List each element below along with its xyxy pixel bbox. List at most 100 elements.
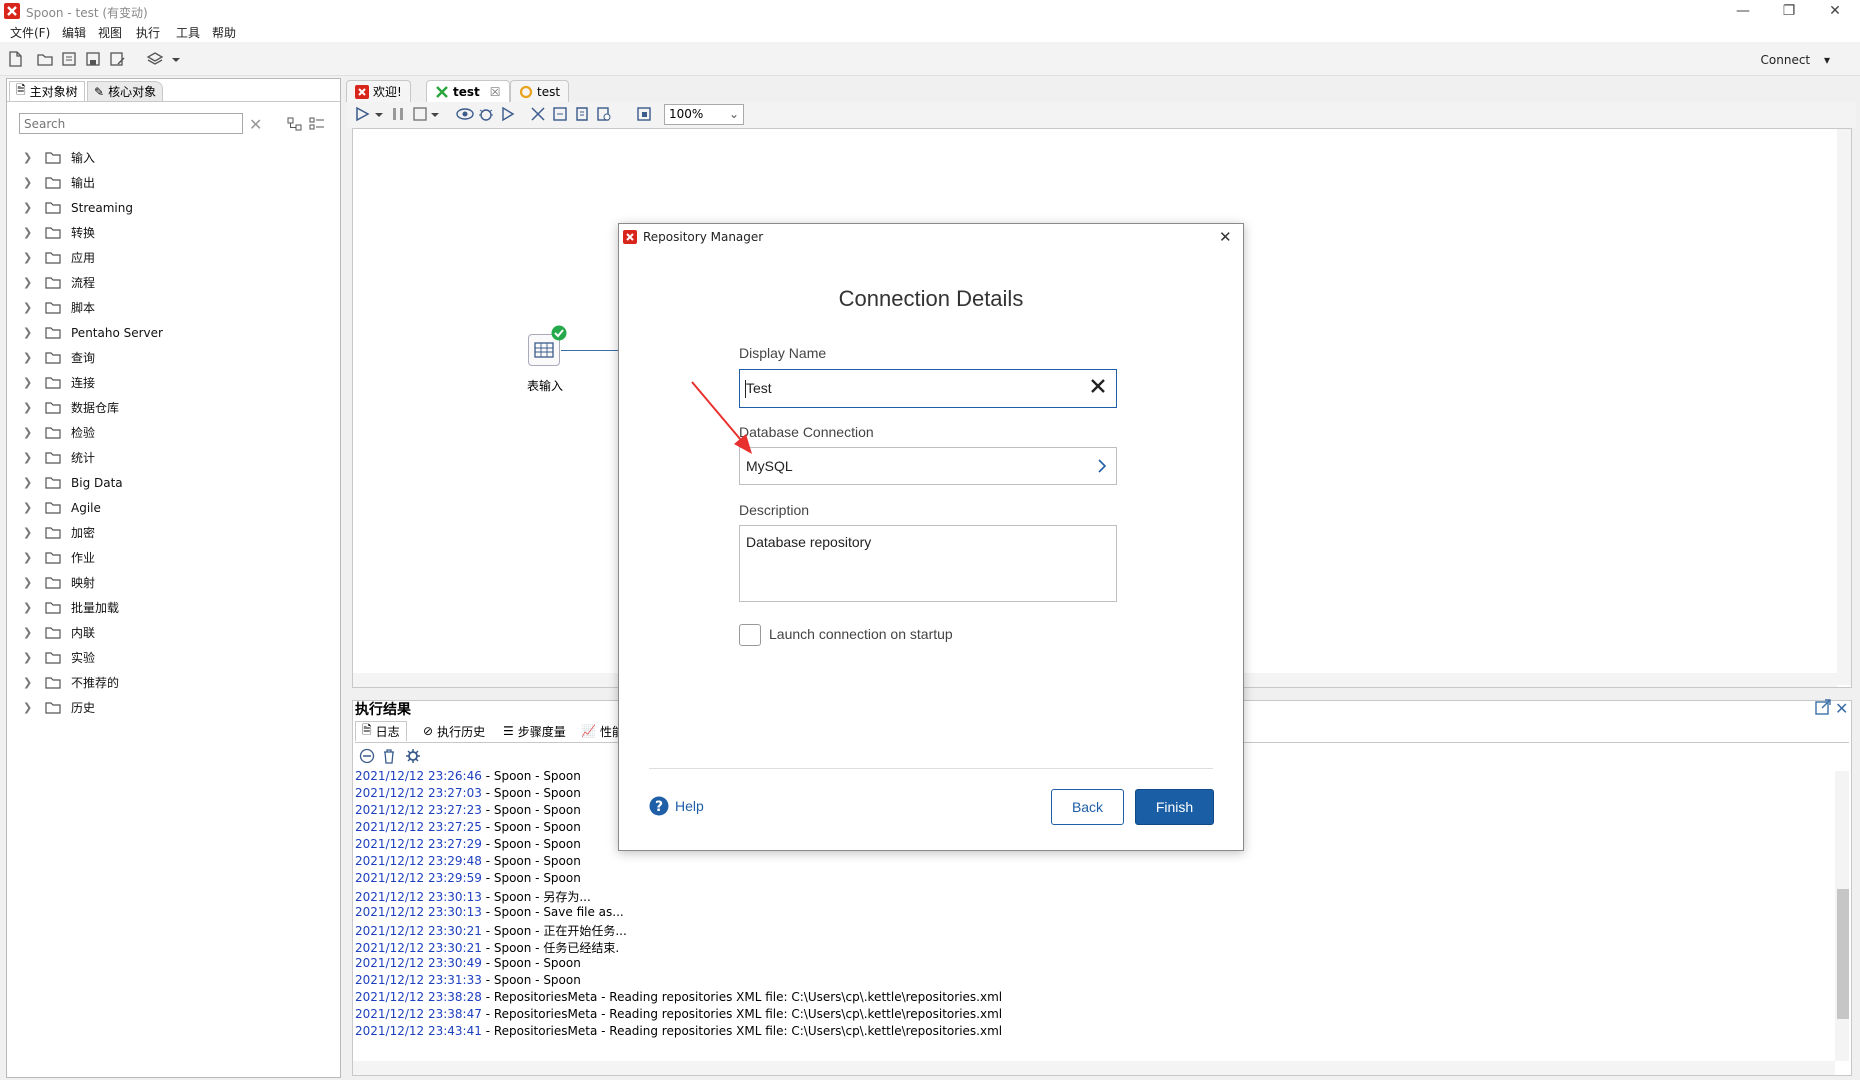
run-dropdown-icon[interactable] <box>374 106 384 122</box>
tree-item[interactable]: ❯ 加密 <box>19 520 319 545</box>
tree-item[interactable]: ❯ 输入 <box>19 145 319 170</box>
menu-run[interactable]: 执行 <box>136 24 160 41</box>
tree-item[interactable]: ❯ 脚本 <box>19 295 319 320</box>
expand-all-icon[interactable] <box>287 117 303 131</box>
run-icon[interactable] <box>354 106 370 122</box>
log-horizontal-scrollbar[interactable] <box>353 1061 1835 1075</box>
tree-item[interactable]: ❯ 历史 <box>19 695 319 720</box>
chevron-right-icon[interactable]: ❯ <box>23 351 35 364</box>
collapse-all-icon[interactable] <box>309 117 325 131</box>
chevron-right-icon[interactable]: ❯ <box>23 276 35 289</box>
description-textarea[interactable]: Database repository <box>739 525 1117 602</box>
impact-icon[interactable] <box>552 106 568 122</box>
close-dialog-button[interactable]: ✕ <box>1219 228 1232 246</box>
open-file-icon[interactable] <box>36 50 54 68</box>
chevron-right-icon[interactable]: ❯ <box>23 451 35 464</box>
chevron-right-icon[interactable]: ❯ <box>23 576 35 589</box>
replay-icon[interactable] <box>500 106 516 122</box>
explore-db-icon[interactable] <box>596 106 612 122</box>
display-name-input[interactable]: Test <box>739 369 1117 408</box>
finish-button[interactable]: Finish <box>1135 789 1214 825</box>
chevron-right-icon[interactable]: ❯ <box>23 151 35 164</box>
tab-exec-history[interactable]: ⊘ 执行历史 <box>417 721 491 741</box>
tab-log[interactable]: 🗎 日志 <box>355 721 407 741</box>
search-input[interactable] <box>19 113 243 134</box>
tree-item[interactable]: ❯ 数据仓库 <box>19 395 319 420</box>
sql-icon[interactable] <box>574 106 590 122</box>
tree-item[interactable]: ❯ 查询 <box>19 345 319 370</box>
close-window-button[interactable]: ✕ <box>1812 0 1858 22</box>
perspective-dropdown-icon[interactable] <box>170 50 188 68</box>
tree-item[interactable]: ❯ Pentaho Server <box>19 320 319 345</box>
save-as-icon[interactable] <box>108 50 126 68</box>
chevron-right-icon[interactable]: ❯ <box>23 476 35 489</box>
debug-icon[interactable] <box>478 106 494 122</box>
close-tab-icon[interactable]: ☒ <box>490 85 501 99</box>
tree-item[interactable]: ❯ 统计 <box>19 445 319 470</box>
chevron-right-icon[interactable]: ❯ <box>23 426 35 439</box>
chevron-right-icon[interactable]: ❯ <box>23 301 35 314</box>
chevron-right-icon[interactable]: ❯ <box>23 401 35 414</box>
menu-view[interactable]: 视图 <box>98 24 122 41</box>
tree-item[interactable]: ❯ Streaming <box>19 195 319 220</box>
tree-item[interactable]: ❯ 作业 <box>19 545 319 570</box>
chevron-right-icon[interactable]: ❯ <box>23 501 35 514</box>
verify-icon[interactable] <box>530 106 546 122</box>
log-scroll-thumb[interactable] <box>1837 889 1849 1019</box>
tab-job-test[interactable]: test <box>510 80 570 102</box>
chevron-right-icon[interactable]: ❯ <box>23 176 35 189</box>
stop-icon[interactable] <box>412 106 428 122</box>
menu-file[interactable]: 文件(F) <box>10 24 50 41</box>
minimize-button[interactable]: — <box>1720 0 1766 22</box>
tree-item[interactable]: ❯ 映射 <box>19 570 319 595</box>
maximize-panel-icon[interactable] <box>1815 699 1831 715</box>
layers-icon[interactable] <box>146 50 164 68</box>
tab-main-tree[interactable]: 🗎 主对象树 <box>9 81 85 101</box>
menu-edit[interactable]: 编辑 <box>62 24 86 41</box>
tree-item[interactable]: ❯ 连接 <box>19 370 319 395</box>
tree-item[interactable]: ❯ 流程 <box>19 270 319 295</box>
tree-item[interactable]: ❯ 检验 <box>19 420 319 445</box>
chevron-right-icon[interactable]: ❯ <box>23 251 35 264</box>
chevron-right-icon[interactable]: ❯ <box>23 201 35 214</box>
chevron-right-icon[interactable]: ❯ <box>23 626 35 639</box>
trash-icon[interactable] <box>381 748 397 764</box>
clear-log-icon[interactable] <box>359 748 375 764</box>
tree-item[interactable]: ❯ Agile <box>19 495 319 520</box>
tab-transformation-test[interactable]: test ☒ <box>426 80 510 102</box>
chevron-right-icon[interactable]: ❯ <box>23 651 35 664</box>
save-icon[interactable] <box>84 50 102 68</box>
chevron-right-icon[interactable]: ❯ <box>23 526 35 539</box>
chevron-right-icon[interactable]: ❯ <box>23 676 35 689</box>
help-link[interactable]: ? Help <box>649 796 704 816</box>
tree-item[interactable]: ❯ 应用 <box>19 245 319 270</box>
tab-core-objects[interactable]: ✎ 核心对象 <box>87 81 164 101</box>
tree-item[interactable]: ❯ 转换 <box>19 220 319 245</box>
close-panel-icon[interactable]: ✕ <box>1835 699 1848 718</box>
chevron-right-icon[interactable]: ❯ <box>23 551 35 564</box>
database-connection-selector[interactable]: MySQL <box>739 447 1117 485</box>
settings-icon[interactable] <box>405 748 421 764</box>
tab-welcome[interactable]: 欢迎! <box>346 80 411 102</box>
restore-button[interactable]: ❐ <box>1766 0 1812 22</box>
preview-icon[interactable] <box>456 106 474 122</box>
tree-item[interactable]: ❯ 批量加载 <box>19 595 319 620</box>
tree-item[interactable]: ❯ 输出 <box>19 170 319 195</box>
tree-item[interactable]: ❯ 内联 <box>19 620 319 645</box>
stop-dropdown-icon[interactable] <box>430 106 440 122</box>
chevron-right-icon[interactable]: ❯ <box>23 701 35 714</box>
menu-tools[interactable]: 工具 <box>176 24 200 41</box>
tab-step-metrics[interactable]: ☰ 步骤度量 <box>497 721 572 741</box>
clear-icon[interactable] <box>1088 376 1108 396</box>
connect-menu[interactable]: Connect ▾ <box>1761 53 1830 67</box>
pause-icon[interactable] <box>390 106 406 122</box>
tree-item[interactable]: ❯ Big Data <box>19 470 319 495</box>
chevron-right-icon[interactable]: ❯ <box>23 376 35 389</box>
vertical-scrollbar[interactable] <box>1837 129 1851 685</box>
chevron-right-icon[interactable]: ❯ <box>23 601 35 614</box>
tree-item[interactable]: ❯ 不推荐的 <box>19 670 319 695</box>
chevron-right-icon[interactable]: ❯ <box>23 326 35 339</box>
zoom-select[interactable]: 100% ⌄ <box>664 104 744 125</box>
back-button[interactable]: Back <box>1051 789 1124 825</box>
clear-search-icon[interactable]: ✕ <box>249 115 262 134</box>
